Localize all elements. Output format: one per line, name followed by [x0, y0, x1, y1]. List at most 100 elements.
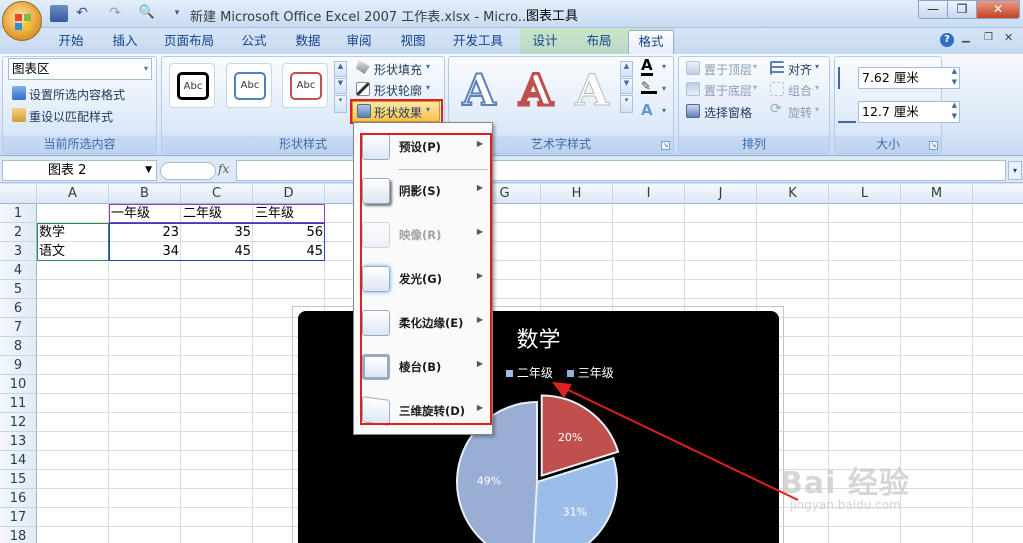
- shape-fill-button[interactable]: 形状填充: [374, 61, 422, 78]
- column-header-b[interactable]: B: [109, 184, 181, 204]
- text-outline-icon[interactable]: ✎: [641, 80, 657, 94]
- tab-view[interactable]: 视图: [392, 30, 434, 54]
- wordart-style-outline-blue[interactable]: A: [453, 65, 505, 117]
- print-preview-icon[interactable]: 🔍: [138, 5, 156, 22]
- row-header-13[interactable]: 13: [0, 432, 37, 451]
- shape-outline-icon: [356, 82, 370, 96]
- undo-icon[interactable]: ↶: [73, 5, 91, 22]
- tab-format[interactable]: 格式: [628, 30, 674, 54]
- shape-style-swatch-red[interactable]: Abc: [282, 63, 328, 108]
- minimize-button[interactable]: —: [918, 0, 948, 19]
- tab-developer[interactable]: 开发工具: [446, 30, 510, 54]
- send-to-back-button[interactable]: 置于底层: [704, 82, 752, 99]
- shape-style-swatch-blue[interactable]: Abc: [226, 63, 272, 108]
- ribbon-minimize-icon[interactable]: ▁: [962, 32, 970, 43]
- shape-outline-button[interactable]: 形状轮廓: [374, 82, 422, 99]
- wordart-scroll-down-button[interactable]: ▼: [620, 78, 633, 94]
- office-logo-icon: [15, 14, 31, 30]
- select-all-corner[interactable]: [0, 184, 37, 204]
- bring-to-front-icon: [686, 61, 700, 75]
- column-header-l[interactable]: L: [829, 184, 901, 204]
- shape-width-value: 12.7 厘米: [862, 104, 919, 119]
- restore-button[interactable]: ❐: [947, 0, 977, 19]
- row-header-10[interactable]: 10: [0, 375, 37, 394]
- group-button[interactable]: 组合: [788, 82, 812, 99]
- row-header-11[interactable]: 11: [0, 394, 37, 413]
- column-header-i[interactable]: I: [613, 184, 685, 204]
- reset-style-button[interactable]: 重设以匹配样式: [29, 108, 113, 125]
- styles-scroll-up-button[interactable]: ▲: [334, 61, 347, 77]
- name-box[interactable]: 图表 2 ▼: [2, 160, 157, 181]
- pie-data-label-2: 31%: [563, 505, 587, 518]
- close-button[interactable]: ✕: [976, 0, 1020, 19]
- width-spin-icon[interactable]: ▲ ▼: [952, 100, 957, 122]
- shape-fill-arrow-icon: ▾: [426, 62, 431, 71]
- row-header-16[interactable]: 16: [0, 489, 37, 508]
- text-effects-arrow-icon: ▾: [662, 106, 667, 115]
- align-button[interactable]: 对齐: [788, 61, 812, 78]
- row-header-2[interactable]: 2: [0, 223, 37, 242]
- text-fill-icon[interactable]: A: [641, 58, 653, 76]
- expand-formula-bar-icon[interactable]: ▾: [1008, 161, 1022, 180]
- size-launcher-icon[interactable]: ↘: [929, 141, 938, 150]
- column-header-a[interactable]: A: [37, 184, 109, 204]
- tab-review[interactable]: 审阅: [338, 30, 380, 54]
- text-effects-icon[interactable]: A: [641, 101, 653, 119]
- column-header-j[interactable]: J: [685, 184, 757, 204]
- customize-qat-icon[interactable]: ▾: [168, 5, 186, 22]
- name-box-arrow-icon[interactable]: ▼: [145, 161, 152, 180]
- row-header-18[interactable]: 18: [0, 527, 37, 543]
- row-header-17[interactable]: 17: [0, 508, 37, 527]
- save-icon[interactable]: [50, 5, 68, 22]
- row-header-5[interactable]: 5: [0, 280, 37, 299]
- shape-height-icon: [838, 67, 856, 89]
- tab-insert[interactable]: 插入: [104, 30, 146, 54]
- styles-scroll-down-button[interactable]: ▼: [334, 78, 347, 94]
- row-header-7[interactable]: 7: [0, 318, 37, 337]
- height-spin-icon[interactable]: ▲ ▼: [952, 66, 957, 88]
- tab-layout[interactable]: 布局: [578, 30, 620, 54]
- styles-more-button[interactable]: ▾: [334, 95, 347, 113]
- row-header-12[interactable]: 12: [0, 413, 37, 432]
- tab-design[interactable]: 设计: [524, 30, 566, 54]
- shape-style-swatch-black[interactable]: Abc: [169, 63, 215, 108]
- column-header-k[interactable]: K: [757, 184, 829, 204]
- row-header-4[interactable]: 4: [0, 261, 37, 280]
- format-selection-button[interactable]: 设置所选内容格式: [29, 86, 125, 103]
- tab-formulas[interactable]: 公式: [233, 30, 275, 54]
- column-header-h[interactable]: H: [541, 184, 613, 204]
- selection-pane-button[interactable]: 选择窗格: [704, 104, 752, 121]
- wordart-launcher-icon[interactable]: ↘: [661, 141, 670, 150]
- ribbon-restore-icon[interactable]: ❐: [984, 32, 993, 43]
- wordart-scroll-up-button[interactable]: ▲: [620, 61, 633, 77]
- tab-page-layout[interactable]: 页面布局: [158, 30, 220, 54]
- column-header-m[interactable]: M: [901, 184, 973, 204]
- row-header-8[interactable]: 8: [0, 337, 37, 356]
- tab-home[interactable]: 开始: [50, 30, 92, 54]
- column-header-c[interactable]: C: [181, 184, 253, 204]
- insert-function-icon[interactable]: fx: [218, 162, 229, 176]
- office-button[interactable]: [2, 1, 42, 41]
- row-header-1[interactable]: 1: [0, 204, 37, 223]
- row-header-6[interactable]: 6: [0, 299, 37, 318]
- ribbon-close-icon[interactable]: ✕: [1004, 31, 1013, 44]
- shape-height-input[interactable]: 7.62 厘米 ▲ ▼: [858, 67, 960, 89]
- rotate-button[interactable]: 旋转: [788, 104, 812, 121]
- wordart-style-red[interactable]: A: [510, 65, 562, 118]
- help-icon[interactable]: ?: [940, 33, 954, 47]
- chart-elements-dropdown[interactable]: 图表区 ▾: [8, 58, 152, 80]
- wordart-style-plain[interactable]: A: [566, 65, 618, 117]
- redo-icon[interactable]: ↷: [106, 5, 124, 22]
- bring-to-front-arrow-icon: ▾: [753, 62, 758, 71]
- bring-to-front-button[interactable]: 置于顶层: [704, 61, 752, 78]
- row-header-9[interactable]: 9: [0, 356, 37, 375]
- wordart-more-button[interactable]: ▾: [620, 95, 633, 113]
- send-to-back-icon: [686, 82, 700, 96]
- row-header-15[interactable]: 15: [0, 470, 37, 489]
- tab-data[interactable]: 数据: [287, 30, 329, 54]
- row-header-14[interactable]: 14: [0, 451, 37, 470]
- formula-input[interactable]: [236, 160, 1006, 181]
- column-header-d[interactable]: D: [253, 184, 325, 204]
- row-header-3[interactable]: 3: [0, 242, 37, 261]
- shape-width-input[interactable]: 12.7 厘米 ▲ ▼: [858, 101, 960, 123]
